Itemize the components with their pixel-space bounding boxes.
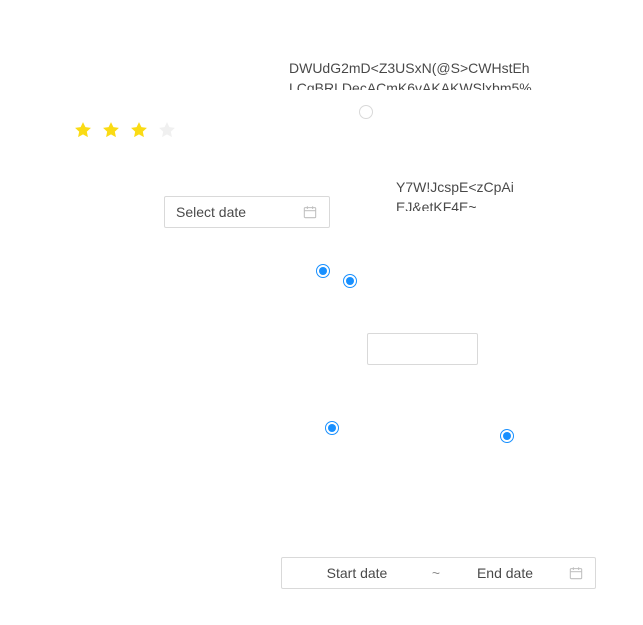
text-input[interactable] (367, 333, 478, 365)
date-range-picker[interactable]: Start date ~ End date (281, 557, 596, 589)
radio-dot (328, 424, 336, 432)
text-block-1: DWUdG2mD<Z3USxN(@S>CWHstEh LCgBRLDecACmK… (289, 58, 535, 90)
range-separator: ~ (431, 565, 441, 581)
calendar-icon (569, 567, 583, 580)
text-block-2: Y7W!JcspE<zCpAi EJ&etKF4E~ (396, 177, 522, 211)
end-date-input[interactable]: End date (451, 565, 559, 581)
radio-button[interactable] (359, 105, 373, 119)
radio-button[interactable] (343, 274, 357, 288)
text-line: LCgBRLDecACmK6vAKAKWSlxbm5% (289, 80, 532, 90)
star-icon[interactable] (157, 120, 177, 140)
star-icon[interactable] (101, 120, 121, 140)
start-date-input[interactable]: Start date (293, 565, 421, 581)
radio-button[interactable] (316, 264, 330, 278)
radio-button[interactable] (500, 429, 514, 443)
radio-button[interactable] (325, 421, 339, 435)
calendar-icon (303, 206, 317, 219)
star-icon[interactable] (73, 120, 93, 140)
radio-dot (319, 267, 327, 275)
radio-dot (346, 277, 354, 285)
date-picker[interactable]: Select date (164, 196, 330, 228)
text-line: EJ&etKF4E~ (396, 199, 477, 211)
radio-dot (503, 432, 511, 440)
text-line: DWUdG2mD<Z3USxN(@S>CWHstEh (289, 60, 530, 76)
text-line: Y7W!JcspE<zCpAi (396, 179, 514, 195)
date-picker-placeholder: Select date (176, 204, 247, 220)
star-icon[interactable] (129, 120, 149, 140)
star-rating[interactable] (73, 120, 177, 140)
